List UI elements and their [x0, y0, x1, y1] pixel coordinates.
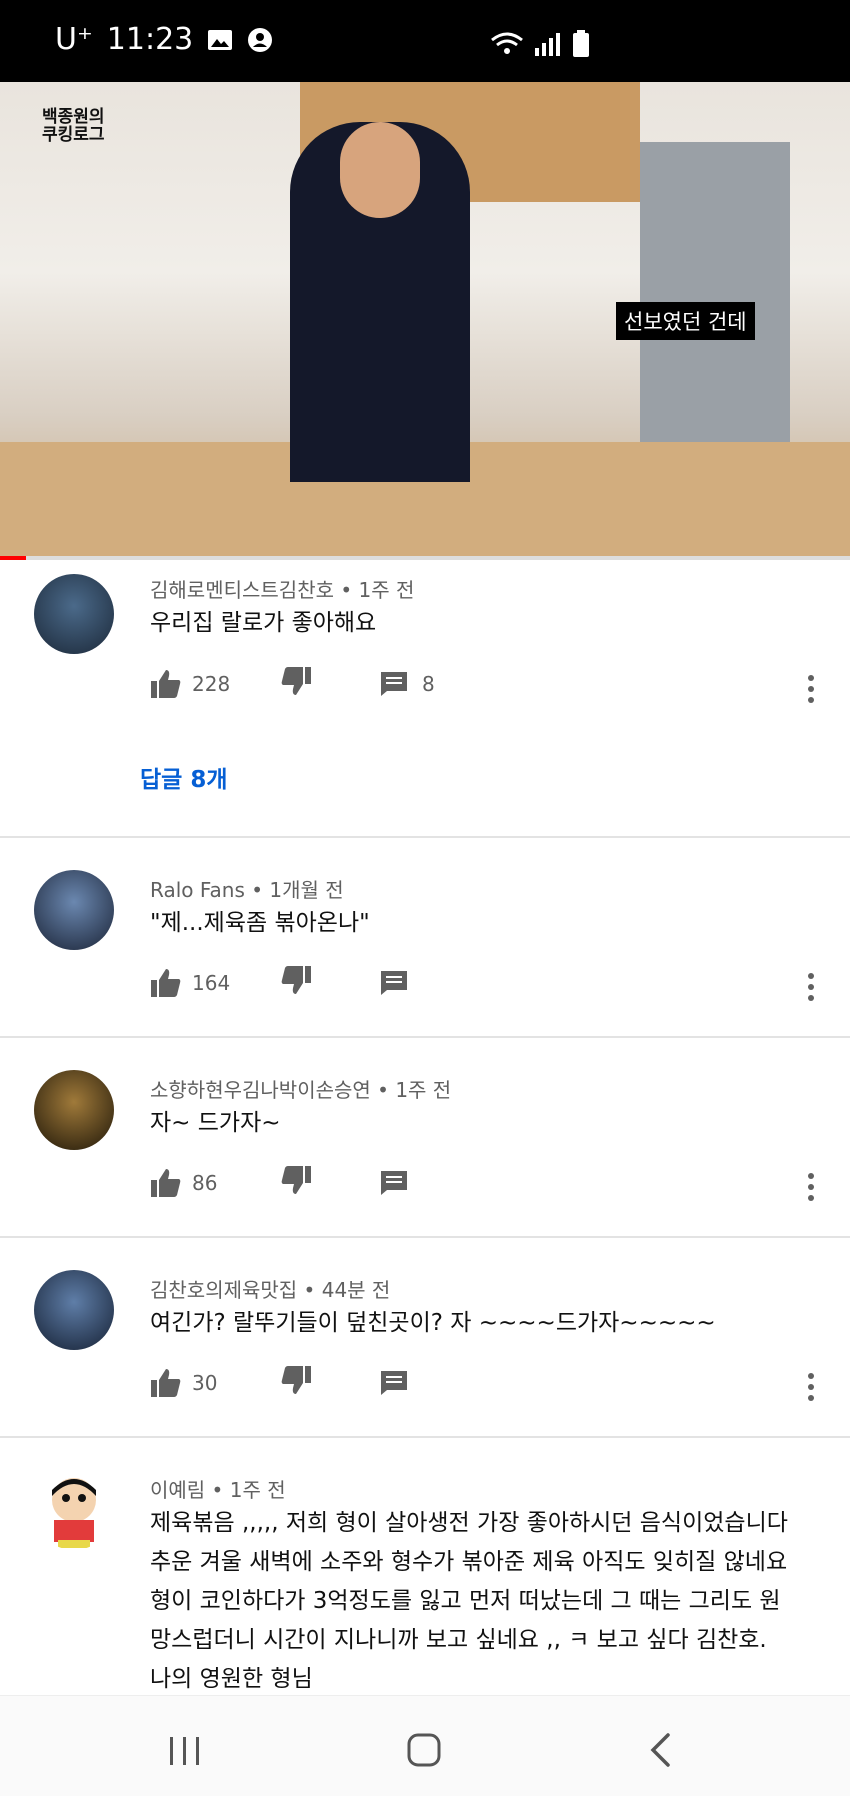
system-navigation-bar: [0, 1695, 850, 1796]
comment-actions: 164: [150, 966, 408, 1000]
more-vert-icon: [808, 675, 814, 703]
like-count: 164: [192, 971, 231, 995]
reply-count: 8: [422, 672, 435, 696]
channel-logo-line2: 쿠킹로그: [42, 125, 105, 145]
dislike-button[interactable]: [280, 1166, 380, 1200]
account-icon: [248, 27, 273, 52]
like-button[interactable]: 228: [150, 669, 280, 699]
reply-button[interactable]: [380, 970, 408, 996]
like-button[interactable]: 30: [150, 1368, 280, 1398]
video-progress-bar[interactable]: [0, 556, 850, 560]
comment-author[interactable]: 김해로멘티스트김찬호: [150, 578, 334, 602]
thumb-down-icon: [281, 1166, 311, 1194]
like-button[interactable]: 86: [150, 1168, 280, 1198]
wifi-icon: [491, 32, 523, 54]
avatar[interactable]: [34, 574, 114, 654]
comment-actions: 228 8: [150, 667, 435, 701]
thumb-down-icon: [281, 1366, 311, 1394]
more-options-button[interactable]: [806, 972, 816, 1006]
comment-icon: [381, 1371, 407, 1395]
comment-meta: 김해로멘티스트김찬호 • 1주 전: [150, 578, 415, 602]
comment-item: 김해로멘티스트김찬호 • 1주 전 우리집 랄로가 좋아해요 228 8: [0, 562, 850, 838]
more-options-button[interactable]: [806, 1172, 816, 1206]
gallery-icon: [208, 29, 233, 50]
avatar-cartoon-image: [52, 1478, 96, 1548]
comment-text: 우리집 랄로가 좋아해요: [150, 610, 377, 636]
comment-time: 1주 전: [358, 578, 415, 602]
recent-apps-icon[interactable]: [168, 1736, 202, 1766]
comment-icon: [381, 672, 407, 696]
reply-button[interactable]: [380, 1170, 408, 1196]
more-vert-icon: [808, 973, 814, 1001]
comment-icon: [381, 971, 407, 995]
thumb-up-icon: [151, 1369, 181, 1397]
comment-author[interactable]: 김찬호의제육맛집: [150, 1278, 297, 1302]
comment-icon: [381, 1171, 407, 1195]
comment-author[interactable]: Ralo Fans: [150, 878, 245, 902]
carrier-label: U⁺: [55, 22, 93, 57]
reply-button[interactable]: [380, 1370, 408, 1396]
dislike-button[interactable]: [280, 966, 380, 1000]
comment-text: 자~ 드가자~: [150, 1110, 281, 1136]
like-count: 86: [192, 1171, 218, 1195]
back-icon[interactable]: [648, 1732, 672, 1768]
comment-text: 여긴가? 랄뚜기들이 덮친곳이? 자 ~~~~드가자~~~~~: [150, 1310, 716, 1336]
status-left: U⁺ 11:23: [55, 22, 273, 57]
comment-meta: 이예림 • 1주 전: [150, 1478, 286, 1502]
video-subtitle: 선보였던 건데: [616, 302, 755, 340]
comment-item: 소향하현우김나박이손승연 • 1주 전 자~ 드가자~ 86: [0, 1038, 850, 1238]
like-count: 30: [192, 1371, 218, 1395]
thumb-up-icon: [151, 1169, 181, 1197]
clock: 11:23: [106, 22, 194, 57]
thumb-down-icon: [281, 966, 311, 994]
status-bar: U⁺ 11:23: [0, 0, 850, 82]
avatar[interactable]: [34, 1470, 114, 1550]
video-chef-head: [340, 122, 420, 218]
more-vert-icon: [808, 1173, 814, 1201]
dislike-button[interactable]: [280, 667, 380, 701]
comment-time: 44분 전: [321, 1278, 391, 1302]
reply-button[interactable]: 8: [380, 671, 435, 697]
comment-actions: 30: [150, 1366, 408, 1400]
like-button[interactable]: 164: [150, 968, 280, 998]
comment-item: Ralo Fans • 1개월 전 "제...제육좀 볶아온나" 164: [0, 838, 850, 1038]
comment-text: "제...제육좀 볶아온나": [150, 910, 370, 936]
comment-text: 제육볶음 ,,,,, 저희 형이 살아생전 가장 좋아하시던 음식이었습니다 추…: [150, 1510, 788, 1692]
comment-actions: 86: [150, 1166, 408, 1200]
channel-logo-line1: 백종원의: [42, 107, 105, 127]
more-vert-icon: [808, 1373, 814, 1401]
comment-time: 1개월 전: [269, 878, 344, 902]
avatar[interactable]: [34, 1070, 114, 1150]
more-options-button[interactable]: [806, 674, 816, 708]
comment-item: 이예림 • 1주 전 제육볶음 ,,,,, 저희 형이 살아생전 가장 좋아하시…: [0, 1438, 850, 1695]
avatar[interactable]: [34, 870, 114, 950]
channel-logo: 백종원의 쿠킹로그: [42, 108, 105, 144]
comment-meta: Ralo Fans • 1개월 전: [150, 878, 344, 902]
thumb-up-icon: [151, 670, 181, 698]
comment-time: 1주 전: [395, 1078, 452, 1102]
thumb-down-icon: [281, 667, 311, 695]
like-count: 228: [192, 672, 231, 696]
battery-icon: [573, 30, 589, 57]
thumb-up-icon: [151, 969, 181, 997]
dislike-button[interactable]: [280, 1366, 380, 1400]
video-progress-fill: [0, 556, 26, 560]
comment-meta: 김찬호의제육맛집 • 44분 전: [150, 1278, 391, 1302]
view-replies-link[interactable]: 답글 8개: [140, 760, 228, 794]
avatar[interactable]: [34, 1270, 114, 1350]
comment-meta: 소향하현우김나박이손승연 • 1주 전: [150, 1078, 452, 1102]
comment-author[interactable]: 이예림: [150, 1478, 205, 1502]
comment-time: 1주 전: [229, 1478, 286, 1502]
status-right: [490, 30, 590, 58]
more-options-button[interactable]: [806, 1372, 816, 1406]
comment-item: 김찬호의제육맛집 • 44분 전 여긴가? 랄뚜기들이 덮친곳이? 자 ~~~~…: [0, 1238, 850, 1438]
video-player[interactable]: 백종원의 쿠킹로그 선보였던 건데: [0, 82, 850, 558]
home-icon[interactable]: [406, 1732, 442, 1768]
comment-author[interactable]: 소향하현우김나박이손승연: [150, 1078, 371, 1102]
signal-icon: [535, 33, 560, 56]
